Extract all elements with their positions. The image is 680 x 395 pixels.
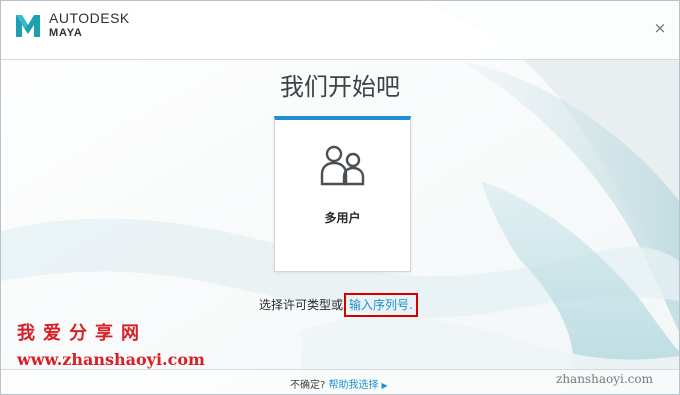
installer-window: AUTODESK MAYA × 我们开始吧 多用户 选择许可类型或 输入序列号. … (0, 0, 680, 395)
chevron-right-icon[interactable]: ▶ (382, 381, 388, 390)
enter-serial-link[interactable]: 输入序列号. (344, 293, 418, 317)
page-title: 我们开始吧 (280, 73, 400, 101)
help-me-choose-link[interactable]: 帮助我选择 (329, 380, 379, 391)
brand-autodesk-text: AUTODESK (49, 10, 130, 26)
multi-user-card[interactable]: 多用户 (274, 116, 411, 272)
close-icon[interactable]: × (653, 21, 667, 36)
card-label: 多用户 (324, 211, 361, 225)
watermark-title: 我爱分享网 (17, 323, 147, 344)
brand-maya-text: MAYA (49, 27, 83, 39)
watermark-url: www.zhanshaoyi.com (17, 350, 205, 369)
watermark-url-right: zhanshaoyi.com (556, 372, 653, 386)
maya-logo-icon (16, 15, 40, 37)
multi-user-icon (320, 145, 365, 186)
license-prompt-text: 选择许可类型或 (259, 298, 344, 312)
brand-wordmark: AUTODESK MAYA (49, 10, 130, 40)
footer-question: 不确定? (290, 380, 326, 391)
license-prompt-row: 选择许可类型或 输入序列号. (259, 293, 418, 317)
footer-help: 不确定? 帮助我选择 ▶ (290, 376, 388, 391)
